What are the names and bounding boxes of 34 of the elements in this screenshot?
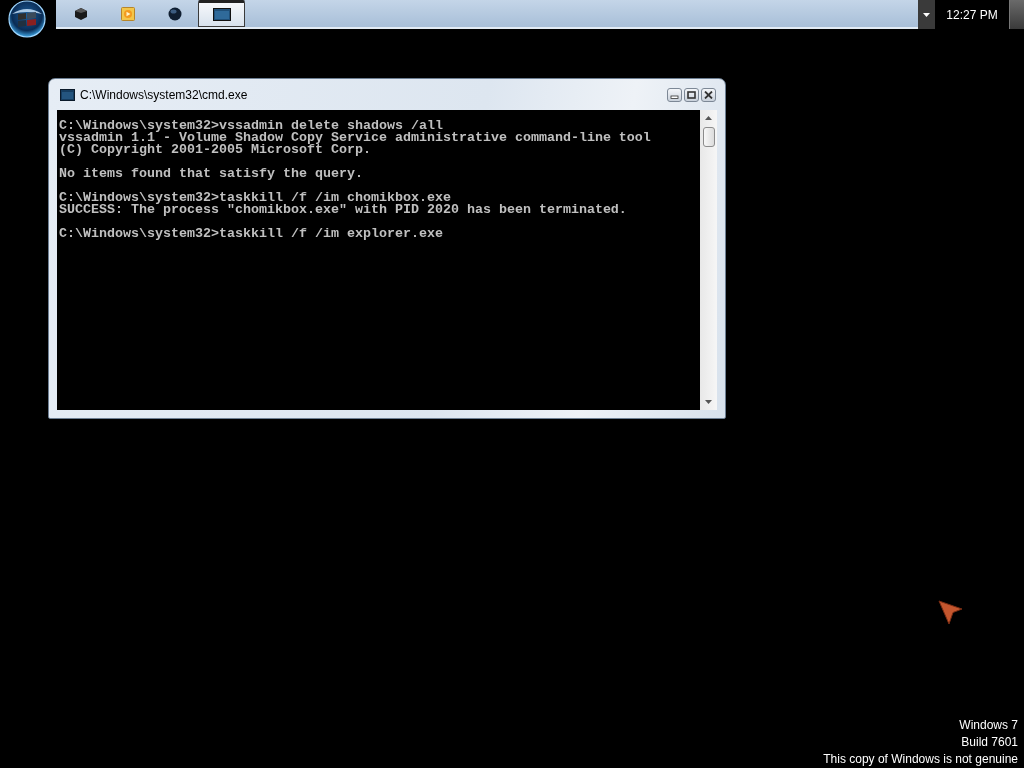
console-line: SUCCESS: The process "chomikbox.exe" with PID 2020 has been terminated. [59,204,628,216]
scroll-down-icon[interactable] [705,400,712,404]
hidden-icons-button[interactable] [918,0,935,29]
notice-line: This copy of Windows is not genuine [823,751,1018,768]
orb-icon [8,0,46,38]
minimize-button[interactable] [667,87,682,102]
play-tile-icon [120,6,135,21]
console-area[interactable] [57,110,700,410]
console-line: C:\Windows\system32>vssadmin delete shadows /all [59,120,443,132]
caret-icon [923,12,930,17]
notice-line: Build 7601 [960,734,1018,751]
notice-line: Windows 7 [958,717,1018,734]
console-window-icon [212,8,231,21]
console-window-icon [60,88,75,101]
close-button[interactable] [701,87,716,102]
start-button[interactable] [8,0,46,38]
console-line: No items found that satisfy the query. [59,168,364,180]
cursor-icon [938,600,964,626]
console-line: (C) Copyright 2001-2005 Microsoft Corp. [59,144,372,156]
console-line: C:\Windows\system32>taskkill /f /im chomikbox.exe [59,192,451,204]
taskbar-button[interactable] [198,0,245,27]
close-icon [704,90,713,99]
dark-cube-icon [73,6,88,21]
maximize-button[interactable] [684,87,699,102]
console-line: vssadmin 1.1 - Volume Shadow Copy Service administrative command-line tool [59,132,652,144]
sphere-icon [167,6,182,21]
scroll-up-icon[interactable] [705,116,712,120]
scrollbar[interactable] [700,110,717,410]
window-title: C:\Windows\system32\cmd.exe [80,87,248,102]
show-desktop-button[interactable] [1009,0,1024,29]
scroll-thumb[interactable] [702,127,715,147]
clock-text[interactable]: 12:27 PM [946,7,998,22]
maximize-icon [687,90,696,99]
console-line: C:\Windows\system32>taskkill /f /im explorer.exe [59,228,444,240]
